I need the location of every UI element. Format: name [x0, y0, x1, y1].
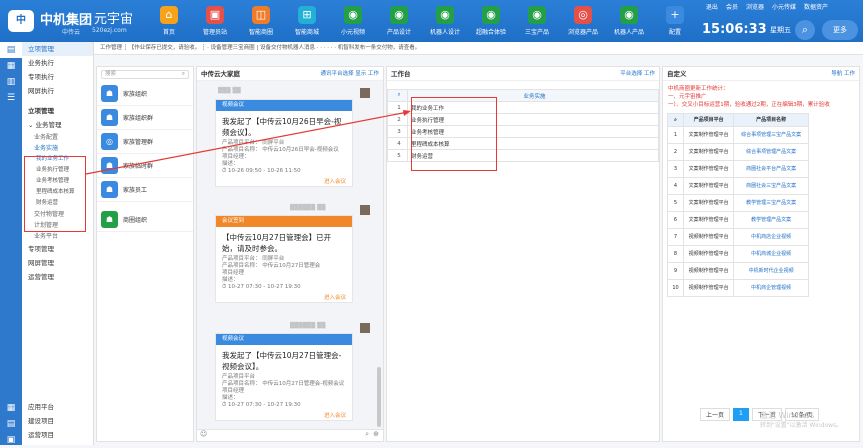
- annotation-arrow: [85, 110, 411, 175]
